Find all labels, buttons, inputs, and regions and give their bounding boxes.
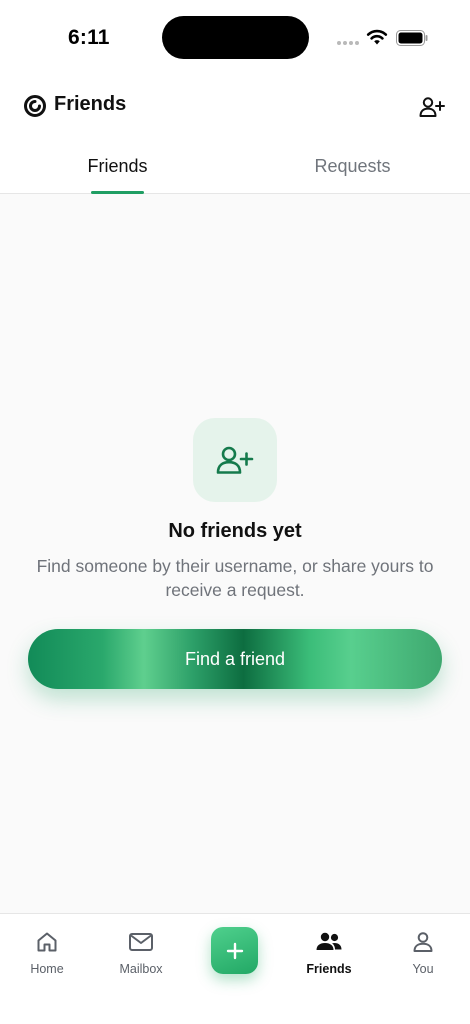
dynamic-island (162, 16, 309, 59)
tab-active-indicator (91, 191, 144, 194)
person-add-icon (216, 446, 254, 474)
tab-bar: Friends Requests (0, 140, 470, 194)
page-title: Friends (54, 93, 127, 115)
nav-friends[interactable]: Friends (289, 928, 369, 976)
person-icon (409, 928, 437, 956)
find-a-friend-button[interactable]: Find a friend (28, 629, 442, 689)
nav-you[interactable]: You (383, 928, 463, 976)
bottom-navigation: Home Mailbox Friends You (0, 913, 470, 1024)
status-bar: 6:11 (0, 0, 470, 78)
battery-icon (396, 30, 428, 46)
plus-icon (226, 942, 243, 959)
friends-screen: 6:11 Friends Friends Requests No friends… (0, 0, 470, 1024)
wifi-icon (366, 29, 388, 45)
nav-add-button[interactable] (211, 927, 258, 974)
nav-mailbox[interactable]: Mailbox (101, 928, 181, 976)
nav-home[interactable]: Home (7, 928, 87, 976)
nav-you-label: You (412, 962, 434, 976)
find-a-friend-label: Find a friend (184, 648, 286, 669)
tab-friends-label: Friends (87, 156, 148, 176)
nav-mailbox-label: Mailbox (119, 962, 163, 976)
app-logo-icon (24, 95, 46, 117)
people-icon (315, 928, 343, 956)
tab-friends[interactable]: Friends (0, 140, 235, 194)
nav-friends-label: Friends (306, 962, 352, 976)
add-friend-button[interactable] (418, 93, 446, 121)
home-icon (33, 928, 61, 956)
status-time: 6:11 (68, 26, 110, 49)
person-add-icon (419, 97, 445, 117)
empty-state-title: No friends yet (168, 520, 302, 542)
empty-state-description: Find someone by their username, or share… (36, 556, 434, 600)
tab-requests[interactable]: Requests (235, 140, 470, 193)
cellular-signal-icon (337, 41, 359, 45)
nav-home-label: Home (30, 962, 64, 976)
app-header: Friends (0, 78, 470, 140)
empty-state-illustration (193, 418, 277, 502)
mail-icon (127, 928, 155, 956)
tab-requests-label: Requests (314, 156, 391, 176)
